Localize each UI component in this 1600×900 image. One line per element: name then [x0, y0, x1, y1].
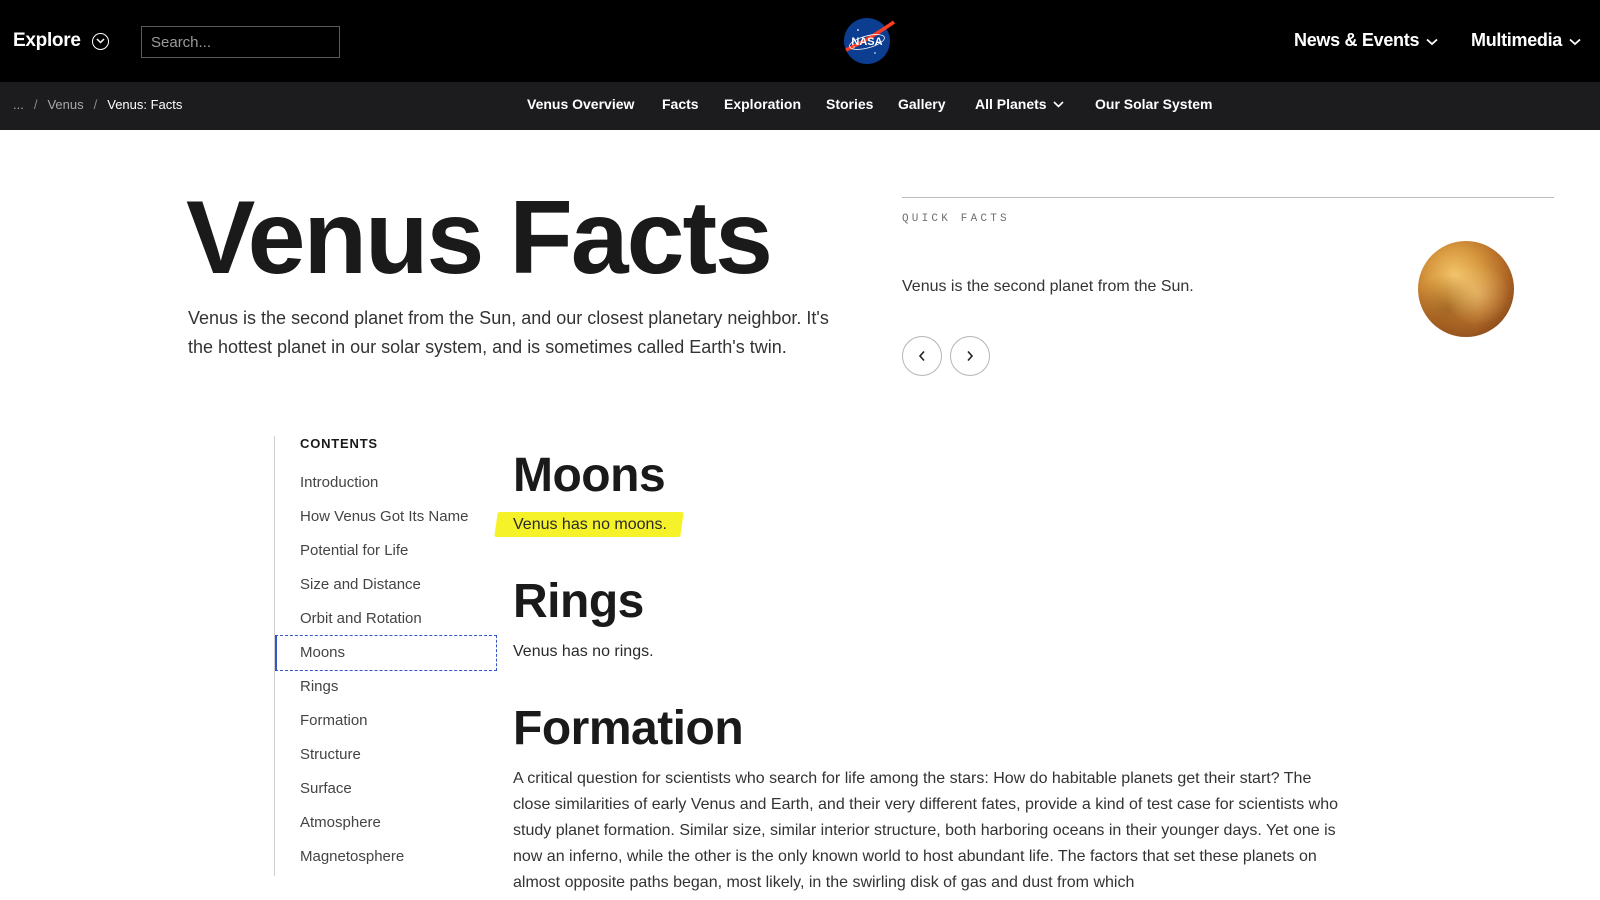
- quick-facts-label: QUICK FACTS: [902, 213, 1010, 225]
- contents-item-surface[interactable]: Surface: [300, 780, 352, 797]
- rings-text: Venus has no rings.: [513, 643, 654, 660]
- contents-item-moons[interactable]: Moons: [300, 644, 345, 661]
- breadcrumb-ellipsis[interactable]: ...: [13, 97, 24, 112]
- contents-item-potential-for-life[interactable]: Potential for Life: [300, 542, 408, 559]
- search-input[interactable]: [141, 26, 340, 58]
- nav-news-events-label: News & Events: [1294, 30, 1420, 50]
- subnav-stories[interactable]: Stories: [826, 96, 873, 112]
- page-description: Venus is the second planet from the Sun,…: [188, 308, 829, 357]
- contents-item-rings[interactable]: Rings: [300, 678, 338, 695]
- subnav-venus-overview[interactable]: Venus Overview: [527, 96, 634, 112]
- contents-item-name[interactable]: How Venus Got Its Name: [300, 508, 468, 525]
- contents-heading: CONTENTS: [300, 436, 378, 451]
- subnav-facts[interactable]: Facts: [662, 96, 699, 112]
- formation-text: A critical question for scientists who s…: [513, 770, 1338, 891]
- subnav-all-planets-label: All Planets: [975, 96, 1047, 112]
- nav-multimedia-label: Multimedia: [1471, 30, 1563, 50]
- breadcrumb-venus[interactable]: Venus: [47, 97, 83, 112]
- subnav-our-solar-system[interactable]: Our Solar System: [1095, 96, 1213, 112]
- breadcrumb: ... / Venus / Venus: Facts: [13, 97, 182, 112]
- chevron-down-icon: [1569, 38, 1581, 45]
- nav-multimedia[interactable]: Multimedia: [1471, 30, 1581, 51]
- contents-item-orbit-and-rotation[interactable]: Orbit and Rotation: [300, 610, 422, 627]
- contents-item-formation[interactable]: Formation: [300, 712, 368, 729]
- venus-image: [1418, 241, 1514, 337]
- formation-heading: Formation: [513, 702, 744, 755]
- chevron-down-icon: [1053, 100, 1064, 108]
- breadcrumb-separator: /: [93, 97, 98, 112]
- contents-item-atmosphere[interactable]: Atmosphere: [300, 814, 381, 831]
- page-title: Venus Facts: [186, 180, 773, 296]
- chevron-left-icon: [918, 350, 925, 362]
- chevron-down-icon: [1426, 38, 1438, 45]
- nav-news-events[interactable]: News & Events: [1294, 30, 1438, 51]
- subnav-all-planets[interactable]: All Planets: [975, 96, 1064, 112]
- breadcrumb-separator: /: [33, 97, 38, 112]
- subnav-exploration[interactable]: Exploration: [724, 96, 801, 112]
- subnav-gallery[interactable]: Gallery: [898, 96, 945, 112]
- chevron-right-icon: [967, 350, 974, 362]
- quick-facts-next-button[interactable]: [950, 336, 990, 376]
- quick-facts-prev-button[interactable]: [902, 336, 942, 376]
- chevron-down-circle-icon[interactable]: [92, 33, 109, 50]
- nasa-logo-text: NASA: [851, 36, 882, 48]
- explore-menu-button[interactable]: Explore: [13, 30, 81, 52]
- quick-facts-divider: [902, 197, 1554, 198]
- quick-facts-text: Venus is the second planet from the Sun.: [902, 278, 1194, 295]
- rings-heading: Rings: [513, 575, 644, 628]
- nasa-logo[interactable]: NASA: [842, 16, 896, 66]
- breadcrumb-current: Venus: Facts: [107, 97, 183, 112]
- moons-text: Venus has no moons.: [513, 516, 667, 533]
- contents-item-magnetosphere[interactable]: Magnetosphere: [300, 848, 404, 865]
- secondary-nav-bar: ... / Venus / Venus: Facts Venus Overvie…: [0, 82, 1600, 130]
- contents-item-structure[interactable]: Structure: [300, 746, 361, 763]
- moons-heading: Moons: [513, 449, 666, 502]
- top-bar: Explore NASA News & Events Multimedia: [0, 0, 1600, 82]
- contents-item-size-and-distance[interactable]: Size and Distance: [300, 576, 421, 593]
- contents-item-introduction[interactable]: Introduction: [300, 474, 378, 491]
